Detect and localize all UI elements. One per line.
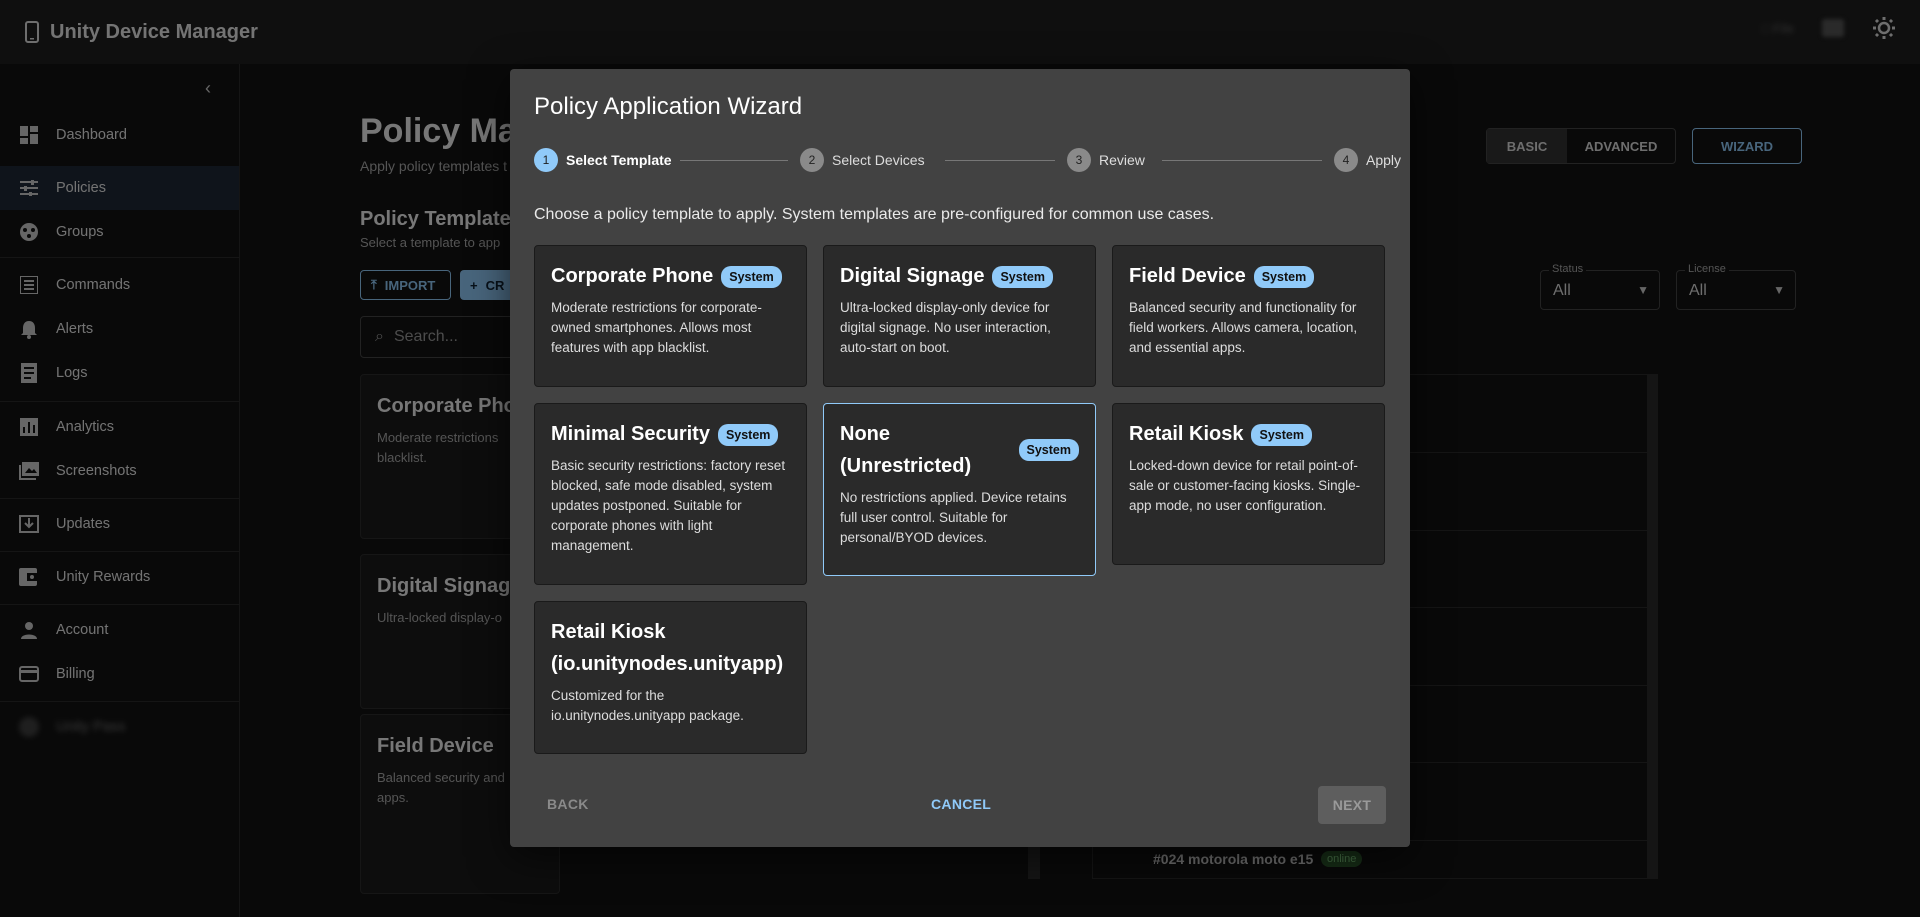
template-card-digital-signage[interactable]: Digital Signage System Ultra-locked displ… xyxy=(823,245,1096,387)
policy-wizard-dialog: Policy Application Wizard 1 Select Templa… xyxy=(510,69,1410,847)
template-card-minimal-security[interactable]: Minimal Security System Basic security re… xyxy=(534,403,807,585)
step-review: 3 Review xyxy=(1067,148,1145,172)
template-card-field-device[interactable]: Field Device System Balanced security and… xyxy=(1112,245,1385,387)
system-badge: System xyxy=(992,265,1053,288)
step-select-devices: 2 Select Devices xyxy=(800,148,925,172)
system-badge: System xyxy=(721,265,782,288)
system-badge: System xyxy=(717,423,779,446)
template-card-none-unrestricted[interactable]: None (Unrestricted) System No restrictio… xyxy=(823,403,1096,576)
dialog-title: Policy Application Wizard xyxy=(534,93,803,120)
template-card-corporate-phone[interactable]: Corporate Phone System Moderate restricti… xyxy=(534,245,807,387)
template-card-retail-kiosk-custom[interactable]: Retail Kiosk (io.unitynodes.unityapp) Cu… xyxy=(534,601,807,754)
system-badge: System xyxy=(1251,423,1312,446)
system-badge: System xyxy=(1018,439,1079,461)
stepper: 1 Select Template 2 Select Devices 3 Review… xyxy=(534,148,1401,172)
next-button[interactable]: NEXT xyxy=(1318,786,1386,824)
wizard-intro: Choose a policy template to apply. Syste… xyxy=(534,206,1215,223)
cancel-button[interactable]: CANCEL xyxy=(931,796,991,812)
template-card-retail-kiosk[interactable]: Retail Kiosk System Locked-down device fo… xyxy=(1112,403,1385,565)
system-badge: System xyxy=(1253,265,1315,288)
step-apply: 4 Apply xyxy=(1334,148,1401,172)
step-select-template: 1 Select Template xyxy=(534,148,672,172)
back-button[interactable]: BACK xyxy=(547,796,589,812)
